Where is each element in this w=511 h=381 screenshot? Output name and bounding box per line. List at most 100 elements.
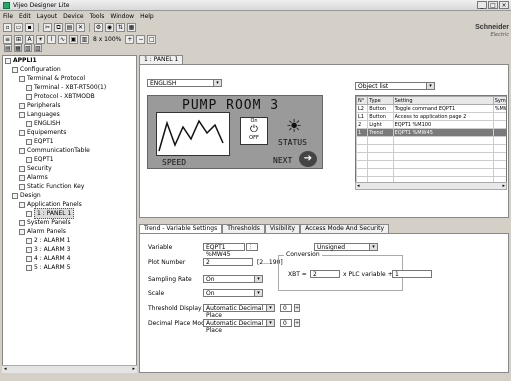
property-tab[interactable]: Trend - Variable Settings: [139, 224, 223, 233]
next-arrow-icon[interactable]: ➔: [299, 151, 317, 167]
tree-item[interactable]: Languages: [5, 110, 136, 119]
conversion-offset-field[interactable]: 1: [392, 270, 432, 278]
sampling-rate-select[interactable]: On ▾: [203, 275, 263, 283]
table-row[interactable]: L1 Button Access to application page 2: [356, 112, 506, 121]
project-icon: [5, 57, 11, 64]
tree-scrollbar[interactable]: ◂ ▸: [2, 365, 137, 373]
trend-icon[interactable]: ∿: [58, 35, 67, 44]
tree-item[interactable]: Protocol - XBTMODB: [5, 92, 136, 101]
variable-picker-button[interactable]: ⋮: [246, 243, 258, 251]
tree-item[interactable]: Peripherals: [5, 101, 136, 110]
property-tab[interactable]: Access Mode And Security: [300, 224, 390, 233]
power-button[interactable]: On ⏻ OFF: [240, 117, 268, 145]
decimal-mode-decimals-spinner[interactable]: ÷: [294, 319, 300, 327]
status-light-icon[interactable]: ☀: [286, 116, 302, 137]
menu-help[interactable]: Help: [140, 13, 154, 20]
lamp-icon[interactable]: ☀: [36, 35, 45, 44]
menu-device[interactable]: Device: [63, 13, 84, 20]
button-icon[interactable]: ▣: [69, 35, 78, 44]
tree-item[interactable]: 3 : ALARM 3: [5, 245, 136, 254]
tree-node-icon: [12, 192, 18, 199]
object-list-scrollbar[interactable]: ◂ ▸: [355, 182, 507, 190]
minimize-button[interactable]: _: [477, 1, 487, 9]
new-icon[interactable]: ▫: [3, 23, 12, 32]
tree-item[interactable]: Design: [5, 191, 136, 200]
paste-icon[interactable]: ▤: [65, 23, 74, 32]
bargraph-icon[interactable]: ▥: [80, 35, 89, 44]
tree-item[interactable]: Configuration: [5, 65, 136, 74]
table-row[interactable]: L2ButtonToggle command EQPT1%MW0:X0: [356, 104, 506, 113]
group-icon[interactable]: ⊞: [14, 35, 23, 44]
tree-item[interactable]: 5 : ALARM 5: [5, 263, 136, 272]
tree-item[interactable]: Alarm Panels: [5, 227, 136, 236]
tree-item[interactable]: 1 : PANEL 1: [5, 208, 136, 219]
tree-item[interactable]: CommunicationTable: [5, 146, 136, 155]
property-tab[interactable]: Thresholds: [222, 224, 265, 233]
language-select[interactable]: ENGLISH ▾: [147, 79, 222, 87]
tree-item[interactable]: ENGLISH: [5, 119, 136, 128]
column-header[interactable]: Type: [367, 96, 394, 105]
tree-item[interactable]: EQPT1: [5, 155, 136, 164]
conversion-mid-label: x PLC variable +: [343, 271, 393, 278]
decimal-mode-select[interactable]: Automatic Decimal Place ▾: [203, 319, 275, 334]
threshold-decimals-field[interactable]: 0: [280, 304, 292, 312]
zoom-out-icon[interactable]: −: [136, 35, 146, 44]
open-icon[interactable]: ▭: [14, 23, 23, 32]
tree-filter-icon[interactable]: ▧: [24, 44, 32, 52]
tree-item[interactable]: Terminal - XBT-RT500(1): [5, 83, 136, 92]
tree-item[interactable]: 4 : ALARM 4: [5, 254, 136, 263]
tree-item[interactable]: 2 : ALARM 1: [5, 236, 136, 245]
tree-item[interactable]: Static Function Key: [5, 182, 136, 191]
threshold-display-select[interactable]: Automatic Decimal Place ▾: [203, 304, 275, 319]
menu-layout[interactable]: Layout: [37, 13, 57, 20]
trend-widget[interactable]: [156, 112, 230, 156]
transfer-icon[interactable]: ⇅: [116, 23, 125, 32]
tree-panel-icon[interactable]: ▦: [14, 44, 22, 52]
align-icon[interactable]: ≡: [3, 35, 12, 44]
menu-file[interactable]: File: [3, 13, 13, 20]
table-row[interactable]: 1 Trend EQPT1 %MW45: [356, 128, 506, 137]
column-header[interactable]: Setting: [392, 96, 494, 105]
object-list-select[interactable]: Object list ▾: [355, 82, 435, 90]
column-header[interactable]: N°: [356, 96, 369, 105]
menu-tools[interactable]: Tools: [90, 13, 105, 20]
decimal-mode-decimals-field[interactable]: 0: [280, 319, 292, 327]
conversion-factor-field[interactable]: 2: [310, 270, 340, 278]
tree-view-icon[interactable]: ▤: [4, 44, 12, 52]
tree-item[interactable]: Alarms: [5, 173, 136, 182]
chart-icon[interactable]: ⌇: [47, 35, 56, 44]
menu-edit[interactable]: Edit: [19, 13, 31, 20]
variable-field[interactable]: EQPT1 %MW45: [203, 243, 245, 258]
fit-icon[interactable]: □: [147, 35, 157, 44]
build-icon[interactable]: ⚙: [94, 23, 103, 32]
threshold-decimals-spinner[interactable]: ÷: [294, 304, 300, 312]
brand-logo: Schneider: [475, 24, 509, 31]
tree-item[interactable]: System Panels: [5, 218, 136, 227]
property-tab[interactable]: Visibility: [264, 224, 301, 233]
scale-select[interactable]: On ▾: [203, 289, 263, 297]
save-icon[interactable]: ▪: [25, 23, 34, 32]
close-button[interactable]: ×: [499, 1, 509, 9]
tree-item[interactable]: Terminal & Protocol: [5, 74, 136, 83]
column-header[interactable]: Symbol: [492, 96, 506, 105]
tree-node-icon: [26, 264, 32, 271]
delete-icon[interactable]: ✕: [76, 23, 85, 32]
copy-icon[interactable]: ⧉: [54, 23, 63, 32]
tree-item[interactable]: Equipements: [5, 128, 136, 137]
cut-icon[interactable]: ✂: [43, 23, 52, 32]
tree-item[interactable]: EQPT1: [5, 137, 136, 146]
text-icon[interactable]: A: [25, 35, 34, 44]
tree-item[interactable]: Security: [5, 164, 136, 173]
tab-panel-1[interactable]: 1 : PANEL 1: [139, 55, 184, 64]
zoom-in-icon[interactable]: +: [125, 35, 135, 44]
zoom-level[interactable]: 8 x 100%: [93, 36, 121, 43]
tree-root[interactable]: APPLI1: [5, 56, 136, 65]
maximize-button[interactable]: □: [488, 1, 498, 9]
table-row[interactable]: 2 Light EQPT1 %M100: [356, 120, 506, 129]
plot-number-field[interactable]: 2: [203, 258, 253, 266]
data-type-select[interactable]: Unsigned ▾: [314, 243, 378, 251]
tree-props-icon[interactable]: ▨: [34, 44, 42, 52]
simulate-icon[interactable]: ◉: [105, 23, 114, 32]
grid-icon[interactable]: ▦: [127, 23, 136, 32]
menu-window[interactable]: Window: [110, 13, 134, 20]
